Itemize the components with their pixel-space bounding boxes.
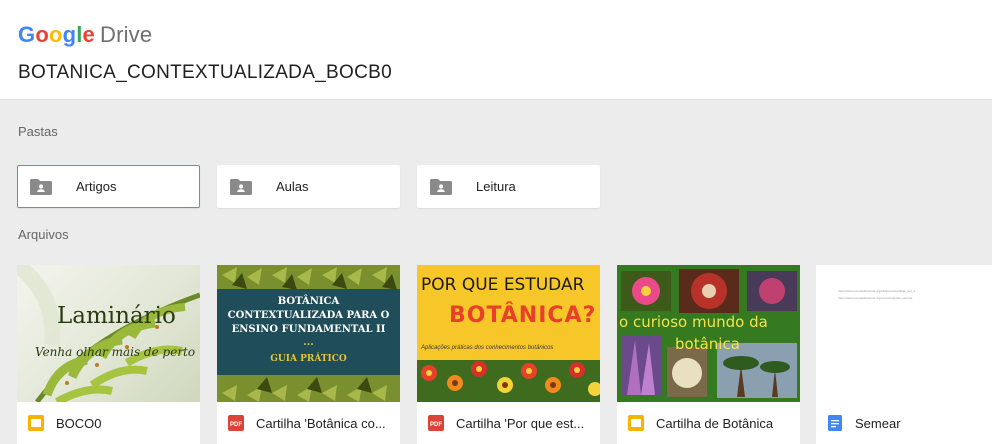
svg-text:PDF: PDF — [430, 422, 442, 428]
pdf-icon: PDF — [228, 415, 244, 431]
folder-aulas[interactable]: Aulas — [217, 165, 400, 208]
google-wordmark: Google — [18, 22, 95, 47]
thumb-subtitle: Aplicações práticas dos conhecimentos bo… — [421, 345, 554, 351]
thumb-line: CONTEXTUALIZADA PARA O — [227, 310, 390, 321]
folder-artigos[interactable]: Artigos — [17, 165, 200, 208]
thumb-title-line1: POR QUE ESTUDAR — [421, 275, 585, 295]
file-name-row: PDF Cartilha 'Botânica co... — [217, 402, 400, 444]
file-name-row: PDF Cartilha 'Por que est... — [417, 402, 600, 444]
google-drive-logo[interactable]: Google Drive — [18, 22, 152, 48]
file-card-cartilha-por-que-estudar[interactable]: POR QUE ESTUDAR BOTÂNICA? Aplicações prá… — [417, 265, 600, 444]
thumb-title-line2: BOTÂNICA? — [449, 303, 597, 328]
folder-label: Artigos — [76, 179, 117, 194]
thumb-subtitle: Venha olhar mais de perto — [35, 345, 196, 359]
file-thumbnail: https://www.semeiabotanica.org/bibliotec… — [816, 265, 992, 402]
shared-folder-icon — [430, 178, 452, 195]
drive-wordmark: Drive — [99, 22, 153, 47]
file-name: Cartilha 'Por que est... — [456, 415, 585, 431]
folder-label: Aulas — [276, 179, 309, 194]
slides-icon — [628, 415, 644, 431]
file-name-row: Semear — [816, 402, 992, 444]
file-name: Cartilha 'Botânica co... — [256, 415, 386, 431]
file-thumbnail: Laminário Venha olhar mais de perto — [17, 265, 200, 402]
slides-icon — [28, 415, 44, 431]
thumb-line: ... — [303, 337, 314, 348]
drive-header: Google Drive BOTANICA_CONTEXTUALIZADA_BOC… — [0, 0, 992, 100]
file-name: Cartilha de Botânica — [656, 415, 774, 431]
file-name-row: BOCO0 — [17, 402, 200, 444]
file-card-cartilha-botanica[interactable]: BOTÂNICA CONTEXTUALIZADA PARA O ENSINO F… — [217, 265, 400, 444]
thumb-line: GUIA PRÁTICO — [270, 354, 347, 364]
docs-icon — [828, 415, 842, 431]
file-thumbnail: POR QUE ESTUDAR BOTÂNICA? Aplicações prá… — [417, 265, 600, 402]
pdf-icon: PDF — [428, 415, 444, 431]
files-section-label: Arquivos — [18, 227, 69, 242]
file-name: Semear — [855, 415, 901, 431]
folders-section-label: Pastas — [18, 124, 58, 139]
thumb-line2: https://www.semeiabotanica.org/recursos/… — [838, 296, 913, 300]
thumb-line: ENSINO FUNDAMENTAL II — [231, 324, 386, 335]
file-name-row: Cartilha de Botânica — [617, 402, 800, 444]
shared-folder-icon — [230, 178, 252, 195]
plant-collage-graphic — [617, 265, 800, 402]
file-thumbnail: BOTÂNICA CONTEXTUALIZADA PARA O ENSINO F… — [217, 265, 400, 402]
folder-title: BOTANICA_CONTEXTUALIZADA_BOCB0 — [18, 62, 392, 83]
thumb-line: BOTÂNICA — [277, 296, 340, 307]
file-card-boco0[interactable]: Laminário Venha olhar mais de perto BOCO… — [17, 265, 200, 444]
thumb-line1: o curioso mundo da — [619, 313, 768, 331]
shared-folder-icon — [30, 178, 52, 195]
folder-leitura[interactable]: Leitura — [417, 165, 600, 208]
file-thumbnail: o curioso mundo da botânica — [617, 265, 800, 402]
thumb-line1: https://www.semeiabotanica.org/bibliotec… — [838, 289, 916, 293]
file-card-semear[interactable]: https://www.semeiabotanica.org/bibliotec… — [816, 265, 992, 444]
fern-leaf-graphic — [17, 265, 200, 402]
thumb-line2: botânica — [675, 335, 740, 353]
svg-text:PDF: PDF — [230, 422, 242, 428]
folder-label: Leitura — [476, 179, 516, 194]
file-name: BOCO0 — [56, 415, 102, 431]
file-card-cartilha-de-botanica[interactable]: o curioso mundo da botânica Cartilha de … — [617, 265, 800, 444]
thumb-title: Laminário — [57, 303, 176, 329]
